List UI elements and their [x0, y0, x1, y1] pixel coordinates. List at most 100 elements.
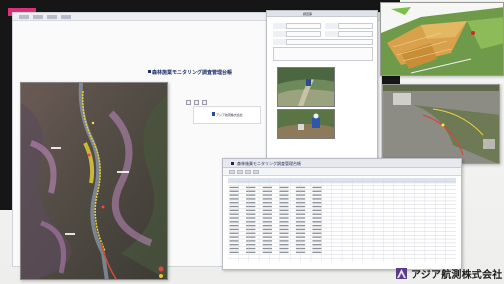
- table-cell[interactable]: [246, 228, 256, 231]
- table-cell[interactable]: [262, 224, 272, 227]
- toolbar-button[interactable]: [237, 170, 243, 174]
- table-cell[interactable]: [312, 228, 322, 231]
- pan-tool-button[interactable]: [186, 100, 191, 105]
- table-cell[interactable]: [312, 186, 322, 189]
- table-cell[interactable]: [246, 209, 256, 212]
- table-cell[interactable]: [246, 221, 256, 223]
- table-cell[interactable]: [312, 202, 322, 204]
- table-cell[interactable]: [229, 213, 239, 215]
- table-cell[interactable]: [262, 209, 272, 212]
- table-cell[interactable]: [279, 202, 289, 204]
- table-cell[interactable]: [229, 240, 239, 242]
- table-cell[interactable]: [262, 244, 272, 246]
- field-photo[interactable]: [277, 67, 335, 107]
- table-cell[interactable]: [246, 244, 256, 246]
- table-cell[interactable]: [312, 251, 322, 254]
- table-cell[interactable]: [279, 232, 289, 234]
- table-cell[interactable]: [279, 221, 289, 223]
- form-field[interactable]: [325, 23, 373, 29]
- aerial-map-image[interactable]: [21, 83, 168, 280]
- table-cell[interactable]: [279, 236, 289, 238]
- table-cell[interactable]: [246, 217, 256, 219]
- table-cell[interactable]: [246, 224, 256, 227]
- table-cell[interactable]: [229, 247, 239, 250]
- table-cell[interactable]: [246, 232, 256, 234]
- table-cell[interactable]: [279, 244, 289, 246]
- table-cell[interactable]: [229, 251, 239, 254]
- table-cell[interactable]: [262, 251, 272, 254]
- table-cell[interactable]: [246, 213, 256, 215]
- table-cell[interactable]: [279, 247, 289, 250]
- table-cell[interactable]: [246, 198, 256, 200]
- table-cell[interactable]: [279, 205, 289, 208]
- table-cell[interactable]: [262, 221, 272, 223]
- table-cell[interactable]: [246, 240, 256, 242]
- table-cell[interactable]: [312, 194, 322, 196]
- table-cell[interactable]: [279, 228, 289, 231]
- table-cell[interactable]: [262, 236, 272, 238]
- menu-item[interactable]: [47, 15, 57, 19]
- table-cell[interactable]: [312, 205, 322, 208]
- table-cell[interactable]: [312, 236, 322, 238]
- table-cell[interactable]: [262, 240, 272, 242]
- menu-item[interactable]: [61, 15, 71, 19]
- table-cell[interactable]: [279, 251, 289, 254]
- table-cell[interactable]: [229, 205, 239, 208]
- table-cell[interactable]: [229, 244, 239, 246]
- table-cell[interactable]: [262, 217, 272, 219]
- table-cell[interactable]: [312, 190, 322, 192]
- notes-textarea[interactable]: [273, 47, 373, 61]
- table-cell[interactable]: [262, 202, 272, 204]
- table-cell[interactable]: [262, 205, 272, 208]
- table-cell[interactable]: [262, 232, 272, 234]
- menu-item[interactable]: [33, 15, 43, 19]
- table-cell[interactable]: [262, 194, 272, 196]
- table-cell[interactable]: [312, 244, 322, 246]
- table-cell[interactable]: [312, 198, 322, 200]
- zoom-tool-button[interactable]: [194, 100, 199, 105]
- table-cell[interactable]: [229, 232, 239, 234]
- table-cell[interactable]: [246, 194, 256, 196]
- table-cell[interactable]: [262, 247, 272, 250]
- table-cell[interactable]: [246, 202, 256, 204]
- toolbar-button[interactable]: [253, 170, 259, 174]
- table-cell[interactable]: [279, 209, 289, 212]
- table-cell[interactable]: [229, 186, 239, 189]
- menu-item[interactable]: [19, 15, 29, 19]
- form-field[interactable]: [325, 31, 373, 37]
- table-cell[interactable]: [279, 217, 289, 219]
- table-cell[interactable]: [229, 198, 239, 200]
- table-cell[interactable]: [312, 224, 322, 227]
- table-cell[interactable]: [279, 186, 289, 189]
- 3d-terrain-view[interactable]: [380, 2, 504, 76]
- table-cell[interactable]: [229, 202, 239, 204]
- table-cell[interactable]: [262, 198, 272, 200]
- table-cell[interactable]: [246, 205, 256, 208]
- toolbar-button[interactable]: [245, 170, 251, 174]
- select-tool-button[interactable]: [202, 100, 207, 105]
- table-cell[interactable]: [279, 190, 289, 192]
- table-cell[interactable]: [279, 240, 289, 242]
- table-cell[interactable]: [246, 186, 256, 189]
- field-photo[interactable]: [277, 109, 335, 139]
- ledger-table[interactable]: [228, 178, 456, 262]
- table-cell[interactable]: [262, 186, 272, 189]
- table-cell[interactable]: [279, 194, 289, 196]
- table-cell[interactable]: [229, 224, 239, 227]
- table-cell[interactable]: [312, 221, 322, 223]
- table-cell[interactable]: [229, 190, 239, 192]
- table-cell[interactable]: [312, 247, 322, 250]
- table-cell[interactable]: [312, 217, 322, 219]
- table-cell[interactable]: [312, 209, 322, 212]
- table-cell[interactable]: [229, 228, 239, 231]
- table-cell[interactable]: [262, 213, 272, 215]
- table-cell[interactable]: [262, 190, 272, 192]
- table-cell[interactable]: [312, 232, 322, 234]
- table-cell[interactable]: [229, 217, 239, 219]
- table-cell[interactable]: [312, 240, 322, 242]
- table-cell[interactable]: [312, 213, 322, 215]
- table-cell[interactable]: [229, 221, 239, 223]
- table-cell[interactable]: [279, 224, 289, 227]
- table-cell[interactable]: [229, 236, 239, 238]
- table-cell[interactable]: [262, 228, 272, 231]
